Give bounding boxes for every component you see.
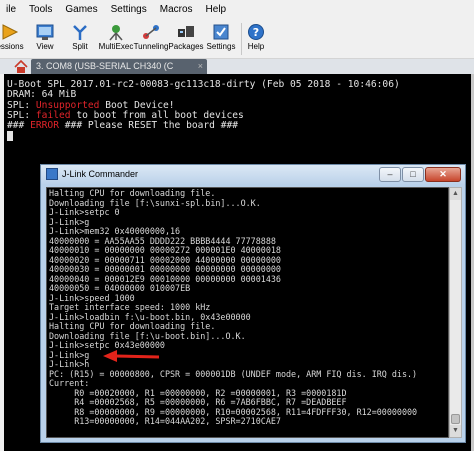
settings-icon bbox=[213, 24, 229, 40]
jlink-app-icon bbox=[46, 168, 58, 180]
cursor bbox=[7, 131, 13, 142]
tab-title: 3. COM8 (USB-SERIAL CH340 (C bbox=[36, 61, 174, 71]
toolbar: essions View Split MultiExec Tunneling bbox=[0, 19, 474, 59]
packages-icon bbox=[178, 26, 194, 37]
maximize-button[interactable]: □ bbox=[402, 167, 424, 182]
tab-com8[interactable]: 3. COM8 (USB-SERIAL CH340 (C × bbox=[31, 59, 207, 74]
jlink-console[interactable]: Halting CPU for downloading file. Downloa… bbox=[46, 187, 449, 438]
scroll-thumb[interactable] bbox=[451, 414, 460, 424]
console-line: R13=00000000, R14=044AA202, SPSR=2710CAE… bbox=[49, 416, 281, 426]
terminal-line: ### ERROR ### Please RESET the board ### bbox=[7, 120, 239, 132]
jlink-window: J-Link Commander – □ ✕ Halting CPU for d… bbox=[40, 164, 466, 443]
multiexec-icon bbox=[109, 25, 123, 41]
tab-bar: 3. COM8 (USB-SERIAL CH340 (C × bbox=[0, 59, 474, 74]
help-label: Help bbox=[247, 42, 265, 51]
console-line: PC: (R15) = 00000800, CPSR = 000001DB (U… bbox=[49, 368, 418, 379]
menu-settings[interactable]: Settings bbox=[105, 0, 154, 19]
jlink-titlebar[interactable]: J-Link Commander – □ ✕ bbox=[41, 165, 465, 184]
terminal-cursor-line bbox=[7, 131, 474, 142]
sessions-icon bbox=[2, 24, 19, 40]
menu-tools[interactable]: Tools bbox=[23, 0, 59, 19]
home-icon[interactable] bbox=[14, 60, 28, 73]
menu-games[interactable]: Games bbox=[59, 0, 104, 19]
close-button[interactable]: ✕ bbox=[425, 167, 461, 182]
view-icon bbox=[36, 24, 54, 40]
jlink-scrollbar[interactable]: ▲ ▼ bbox=[449, 187, 462, 438]
minimize-button[interactable]: – bbox=[379, 167, 401, 182]
error-word: ERROR bbox=[30, 120, 59, 132]
scroll-up-icon[interactable]: ▲ bbox=[450, 188, 461, 200]
help-button[interactable]: ? Help bbox=[234, 21, 278, 57]
help-icon: ? bbox=[248, 24, 264, 40]
tab-close-icon[interactable]: × bbox=[198, 59, 203, 74]
console-line: J-Link>setpc 0 bbox=[49, 207, 120, 217]
svg-text:?: ? bbox=[253, 26, 259, 39]
scroll-down-icon[interactable]: ▼ bbox=[450, 425, 461, 437]
menu-file[interactable]: ile bbox=[0, 0, 23, 19]
annotation-arrow-icon bbox=[103, 350, 160, 362]
jlink-title: J-Link Commander bbox=[62, 169, 139, 179]
menu-macros[interactable]: Macros bbox=[154, 0, 200, 19]
menu-bar: ile Tools Games Settings Macros Help bbox=[0, 0, 474, 19]
menu-help[interactable]: Help bbox=[200, 0, 234, 19]
tunneling-icon bbox=[143, 25, 159, 39]
split-icon bbox=[73, 25, 87, 40]
terminal-line: U-Boot SPL 2017.01-rc2-00083-gc113c18-di… bbox=[7, 79, 400, 90]
